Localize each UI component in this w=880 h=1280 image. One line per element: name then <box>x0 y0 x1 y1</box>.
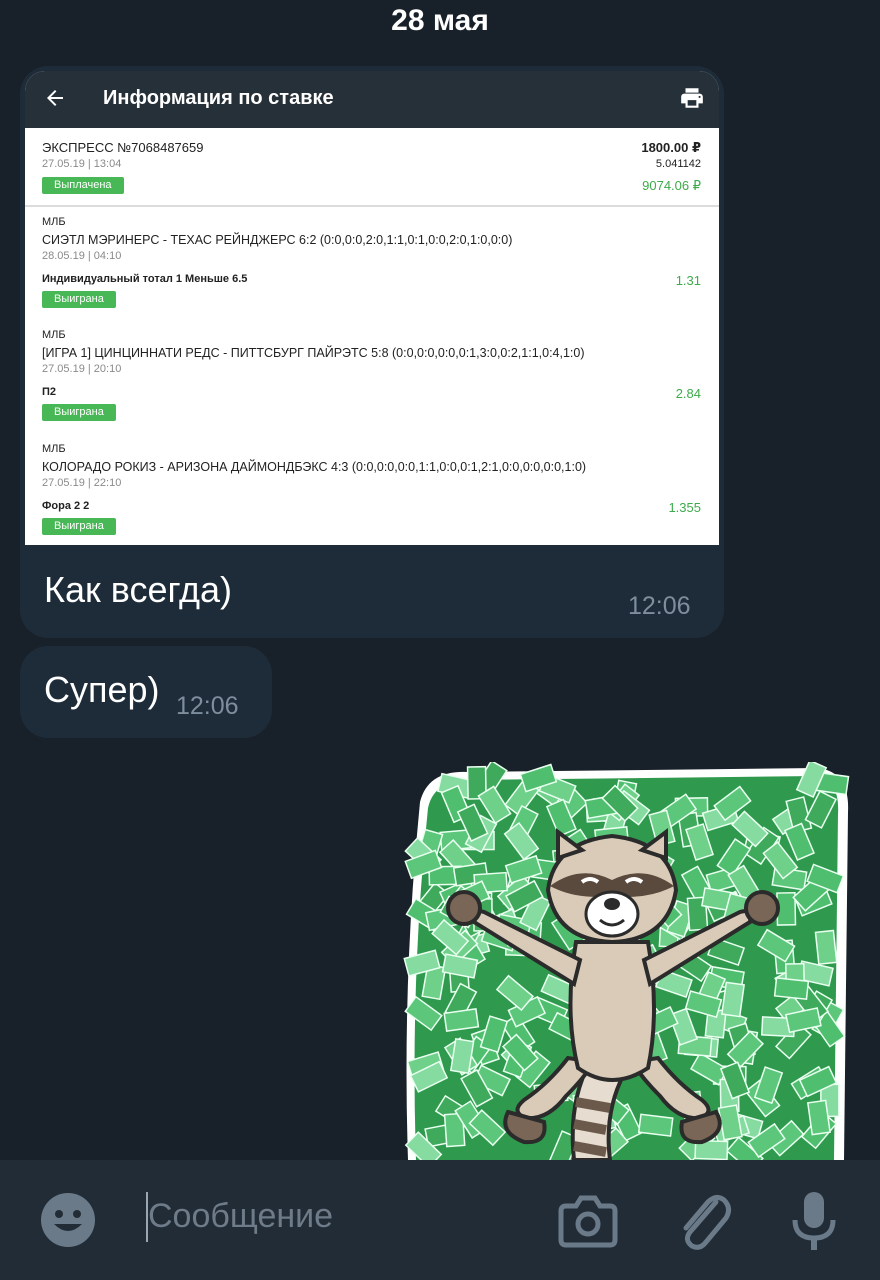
express-title: ЭКСПРЕСС №7068487659 <box>42 140 204 155</box>
bet-info-title: Информация по ставке <box>103 87 334 109</box>
event-odds: 1.31 <box>675 273 701 288</box>
camera-icon[interactable] <box>558 1192 618 1248</box>
message-time: 12:06 <box>628 592 691 620</box>
event-datetime: 28.05.19 | 04:10 <box>42 250 122 262</box>
message-text: Супер) <box>44 669 160 710</box>
bet-info-header: Информация по ставке <box>25 71 719 128</box>
event-odds: 2.84 <box>675 386 701 401</box>
raccoon-money-sticker[interactable] <box>398 762 854 1160</box>
money-bill <box>443 1008 480 1033</box>
message-input-bar: Сообщение <box>0 1160 880 1280</box>
arrow-left-icon <box>47 90 63 106</box>
express-datetime: 27.05.19 | 13:04 <box>42 158 122 170</box>
event-bet: Фора 2 2 <box>42 500 90 512</box>
printer-icon <box>681 88 703 108</box>
money-bill <box>721 981 745 1018</box>
status-badge: Выплачена <box>42 177 124 194</box>
event-match: [ИГРА 1] ЦИНЦИННАТИ РЕДС - ПИТТСБУРГ ПАЙ… <box>42 346 585 360</box>
money-bill <box>773 977 810 1001</box>
event-match: КОЛОРАДО РОКИЗ - АРИЗОНА ДАЙМОНДБЭКС 4:3… <box>42 460 587 474</box>
event-league: МЛБ <box>42 443 66 455</box>
event-bet: П2 <box>42 386 57 398</box>
money-bill <box>814 929 838 966</box>
money-bill <box>806 1099 831 1136</box>
event-league: МЛБ <box>42 329 66 341</box>
bet-info-screenshot[interactable]: Информация по ставке ЭКСПРЕСС №706848765… <box>25 71 719 545</box>
money-bill <box>637 1113 674 1137</box>
event-match: СИЭТЛ МЭРИНЕРС - ТЕХАС РЕЙНДЖЕРС 6:2 (0:… <box>42 233 513 247</box>
stake-amount: 1800.00 ₽ <box>641 140 701 155</box>
microphone-icon[interactable] <box>790 1190 838 1252</box>
event-row: МЛБ [ИГРА 1] ЦИНЦИННАТИ РЕДС - ПИТТСБУРГ… <box>25 320 719 434</box>
event-row: МЛБ СИЭТЛ МЭРИНЕРС - ТЕХАС РЕЙНДЖЕРС 6:2… <box>25 207 719 320</box>
event-status-badge: Выиграна <box>42 291 116 308</box>
event-bet: Индивидуальный тотал 1 Меньше 6.5 <box>42 273 248 285</box>
event-odds: 1.355 <box>668 500 701 515</box>
event-datetime: 27.05.19 | 20:10 <box>42 363 122 375</box>
event-league: МЛБ <box>42 216 66 228</box>
bet-summary: ЭКСПРЕСС №7068487659 27.05.19 | 13:04 Вы… <box>25 128 719 207</box>
emoji-icon[interactable] <box>38 1190 98 1250</box>
event-status-badge: Выиграна <box>42 518 116 535</box>
event-datetime: 27.05.19 | 22:10 <box>42 477 122 489</box>
message-text: Как всегда) <box>44 569 233 610</box>
date-separator: 28 мая <box>391 4 489 37</box>
event-status-badge: Выиграна <box>42 404 116 421</box>
paperclip-icon[interactable] <box>676 1188 732 1252</box>
message-time: 12:06 <box>176 692 239 720</box>
message-input[interactable]: Сообщение <box>148 1197 333 1236</box>
total-coefficient: 5.041142 <box>655 158 701 170</box>
sticker-image <box>403 762 850 1160</box>
event-row: МЛБ КОЛОРАДО РОКИЗ - АРИЗОНА ДАЙМОНДБЭКС… <box>25 434 719 545</box>
payout-amount: 9074.06 ₽ <box>642 178 701 193</box>
